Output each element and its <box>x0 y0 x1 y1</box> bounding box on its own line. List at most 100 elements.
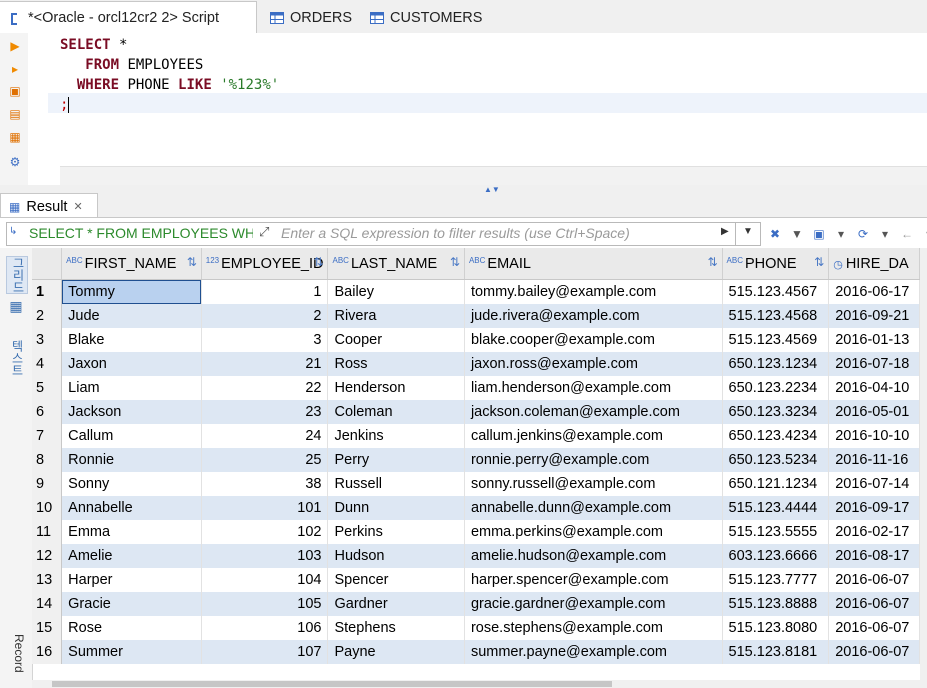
cell-employee-id[interactable]: 101 <box>201 496 329 520</box>
table-row[interactable]: 7 Callum 24 Jenkins callum.jenkins@example.c… <box>32 424 920 448</box>
cell-last-name[interactable]: Cooper <box>327 328 465 352</box>
cell-last-name[interactable]: Dunn <box>327 496 465 520</box>
cell-hire-date[interactable]: 2016-06-07 <box>828 592 920 616</box>
settings-gear-icon[interactable]: ⚙ <box>8 155 22 169</box>
cell-phone[interactable]: 650.121.1234 <box>722 472 830 496</box>
cell-last-name[interactable]: Jenkins <box>327 424 465 448</box>
scrollbar-thumb[interactable] <box>52 681 612 687</box>
load-plan-icon[interactable]: ▦ <box>8 130 22 144</box>
row-number[interactable]: 3 <box>32 328 63 352</box>
filter-sort-icon[interactable]: ⇅ <box>187 255 197 269</box>
row-number[interactable]: 4 <box>32 352 63 376</box>
column-header-email[interactable]: ABC EMAIL ⇅ <box>464 248 723 280</box>
table-row[interactable]: 3 Blake 3 Cooper blake.cooper@example.com 515… <box>32 328 920 352</box>
cell-phone[interactable]: 603.123.6666 <box>722 544 830 568</box>
cell-hire-date[interactable]: 2016-05-01 <box>828 400 920 424</box>
filter-input[interactable]: Enter a SQL expression to filter results… <box>281 225 630 241</box>
cell-employee-id[interactable]: 24 <box>201 424 329 448</box>
cell-first-name[interactable]: Sonny <box>61 472 202 496</box>
panel-splitter[interactable]: ▲▼ <box>0 185 927 194</box>
row-number[interactable]: 1 <box>32 279 63 304</box>
expand-icon[interactable]: ⤢ <box>259 224 269 240</box>
cell-hire-date[interactable]: 2016-04-10 <box>828 376 920 400</box>
table-row[interactable]: 5 Liam 22 Henderson liam.henderson@example.c… <box>32 376 920 400</box>
cell-phone[interactable]: 515.123.8181 <box>722 640 830 664</box>
table-row[interactable]: 14 Gracie 105 Gardner gracie.gardner@example… <box>32 592 920 616</box>
cell-employee-id[interactable]: 106 <box>201 616 329 640</box>
cell-email[interactable]: jaxon.ross@example.com <box>464 352 723 376</box>
filter-sort-icon[interactable]: ⇅ <box>814 255 824 269</box>
cell-first-name[interactable]: Jaxon <box>61 352 202 376</box>
row-number[interactable]: 2 <box>32 304 63 328</box>
row-number[interactable]: 8 <box>32 448 63 472</box>
cell-first-name[interactable]: Ronnie <box>61 448 202 472</box>
cell-employee-id[interactable]: 25 <box>201 448 329 472</box>
tab-result[interactable]: ▦ Result ✕ <box>0 193 98 219</box>
dropdown-icon[interactable]: ▾ <box>876 225 894 243</box>
cell-phone[interactable]: 650.123.5234 <box>722 448 830 472</box>
row-number[interactable]: 5 <box>32 376 63 400</box>
cell-employee-id[interactable]: 102 <box>201 520 329 544</box>
execute-script-icon[interactable]: ▸ <box>8 62 22 76</box>
cell-first-name[interactable]: Amelie <box>61 544 202 568</box>
cell-last-name[interactable]: Stephens <box>327 616 465 640</box>
editor-horizontal-scrollbar[interactable] <box>60 166 927 186</box>
tab-script[interactable]: *<Oracle - orcl12cr2 2> Script <box>0 1 257 34</box>
tab-text[interactable]: 텍스트 <box>6 338 26 378</box>
cell-hire-date[interactable]: 2016-07-14 <box>828 472 920 496</box>
cell-employee-id[interactable]: 103 <box>201 544 329 568</box>
refresh-icon[interactable]: ⟳ <box>854 225 872 243</box>
eraser-icon[interactable]: ✖ <box>766 225 784 243</box>
cell-employee-id[interactable]: 104 <box>201 568 329 592</box>
cell-last-name[interactable]: Hudson <box>327 544 465 568</box>
cell-email[interactable]: emma.perkins@example.com <box>464 520 723 544</box>
tab-orders[interactable]: ORDERS <box>262 4 352 32</box>
filter-config-icon[interactable]: ▼ <box>788 225 806 243</box>
row-number[interactable]: 14 <box>32 592 63 616</box>
table-row[interactable]: 13 Harper 104 Spencer harper.spencer@example… <box>32 568 920 592</box>
filter-sort-icon[interactable]: ⇅ <box>313 255 323 269</box>
cell-phone[interactable]: 650.123.3234 <box>722 400 830 424</box>
execute-statement-icon[interactable]: ▶ <box>8 39 22 53</box>
cell-email[interactable]: rose.stephens@example.com <box>464 616 723 640</box>
cell-employee-id[interactable]: 23 <box>201 400 329 424</box>
cell-hire-date[interactable]: 2016-02-17 <box>828 520 920 544</box>
cell-email[interactable]: jude.rivera@example.com <box>464 304 723 328</box>
cell-hire-date[interactable]: 2016-06-07 <box>828 568 920 592</box>
column-header-last-name[interactable]: ABC LAST_NAME ⇅ <box>327 248 465 280</box>
cell-phone[interactable]: 515.123.4444 <box>722 496 830 520</box>
cell-email[interactable]: blake.cooper@example.com <box>464 328 723 352</box>
row-number[interactable]: 13 <box>32 568 63 592</box>
cell-phone[interactable]: 650.123.2234 <box>722 376 830 400</box>
cell-employee-id[interactable]: 1 <box>201 279 329 304</box>
cell-hire-date[interactable]: 2016-11-16 <box>828 448 920 472</box>
filter-sort-icon[interactable]: ⇅ <box>707 255 717 269</box>
cell-email[interactable]: tommy.bailey@example.com <box>464 279 723 304</box>
table-row[interactable]: 1 Tommy 1 Bailey tommy.bailey@example.com 515… <box>32 279 920 304</box>
cell-phone[interactable]: 515.123.4567 <box>722 279 830 304</box>
cell-employee-id[interactable]: 38 <box>201 472 329 496</box>
cell-email[interactable]: harper.spencer@example.com <box>464 568 723 592</box>
table-row[interactable]: 9 Sonny 38 Russell sonny.russell@example.com… <box>32 472 920 496</box>
cell-email[interactable]: ronnie.perry@example.com <box>464 448 723 472</box>
save-icon[interactable]: ▣ <box>810 225 828 243</box>
apply-filter-icon[interactable]: ▶ <box>721 226 729 237</box>
table-row[interactable]: 8 Ronnie 25 Perry ronnie.perry@example.com 65… <box>32 448 920 472</box>
row-number[interactable]: 7 <box>32 424 63 448</box>
table-row[interactable]: 16 Summer 107 Payne summer.payne@example.com… <box>32 640 920 664</box>
cell-first-name[interactable]: Tommy <box>61 279 202 304</box>
cell-hire-date[interactable]: 2016-08-17 <box>828 544 920 568</box>
cell-email[interactable]: amelie.hudson@example.com <box>464 544 723 568</box>
table-row[interactable]: 4 Jaxon 21 Ross jaxon.ross@example.com 650.12… <box>32 352 920 376</box>
table-row[interactable]: 10 Annabelle 101 Dunn annabelle.dunn@example… <box>32 496 920 520</box>
cell-first-name[interactable]: Blake <box>61 328 202 352</box>
cell-first-name[interactable]: Jude <box>61 304 202 328</box>
cell-hire-date[interactable]: 2016-06-17 <box>828 279 920 304</box>
cell-last-name[interactable]: Ross <box>327 352 465 376</box>
cell-first-name[interactable]: Rose <box>61 616 202 640</box>
cell-phone[interactable]: 515.123.5555 <box>722 520 830 544</box>
column-header-first-name[interactable]: ABC FIRST_NAME ⇅ <box>61 248 202 280</box>
cell-employee-id[interactable]: 105 <box>201 592 329 616</box>
cell-last-name[interactable]: Perkins <box>327 520 465 544</box>
filter-history-dropdown-icon[interactable]: ▼ <box>743 226 753 237</box>
